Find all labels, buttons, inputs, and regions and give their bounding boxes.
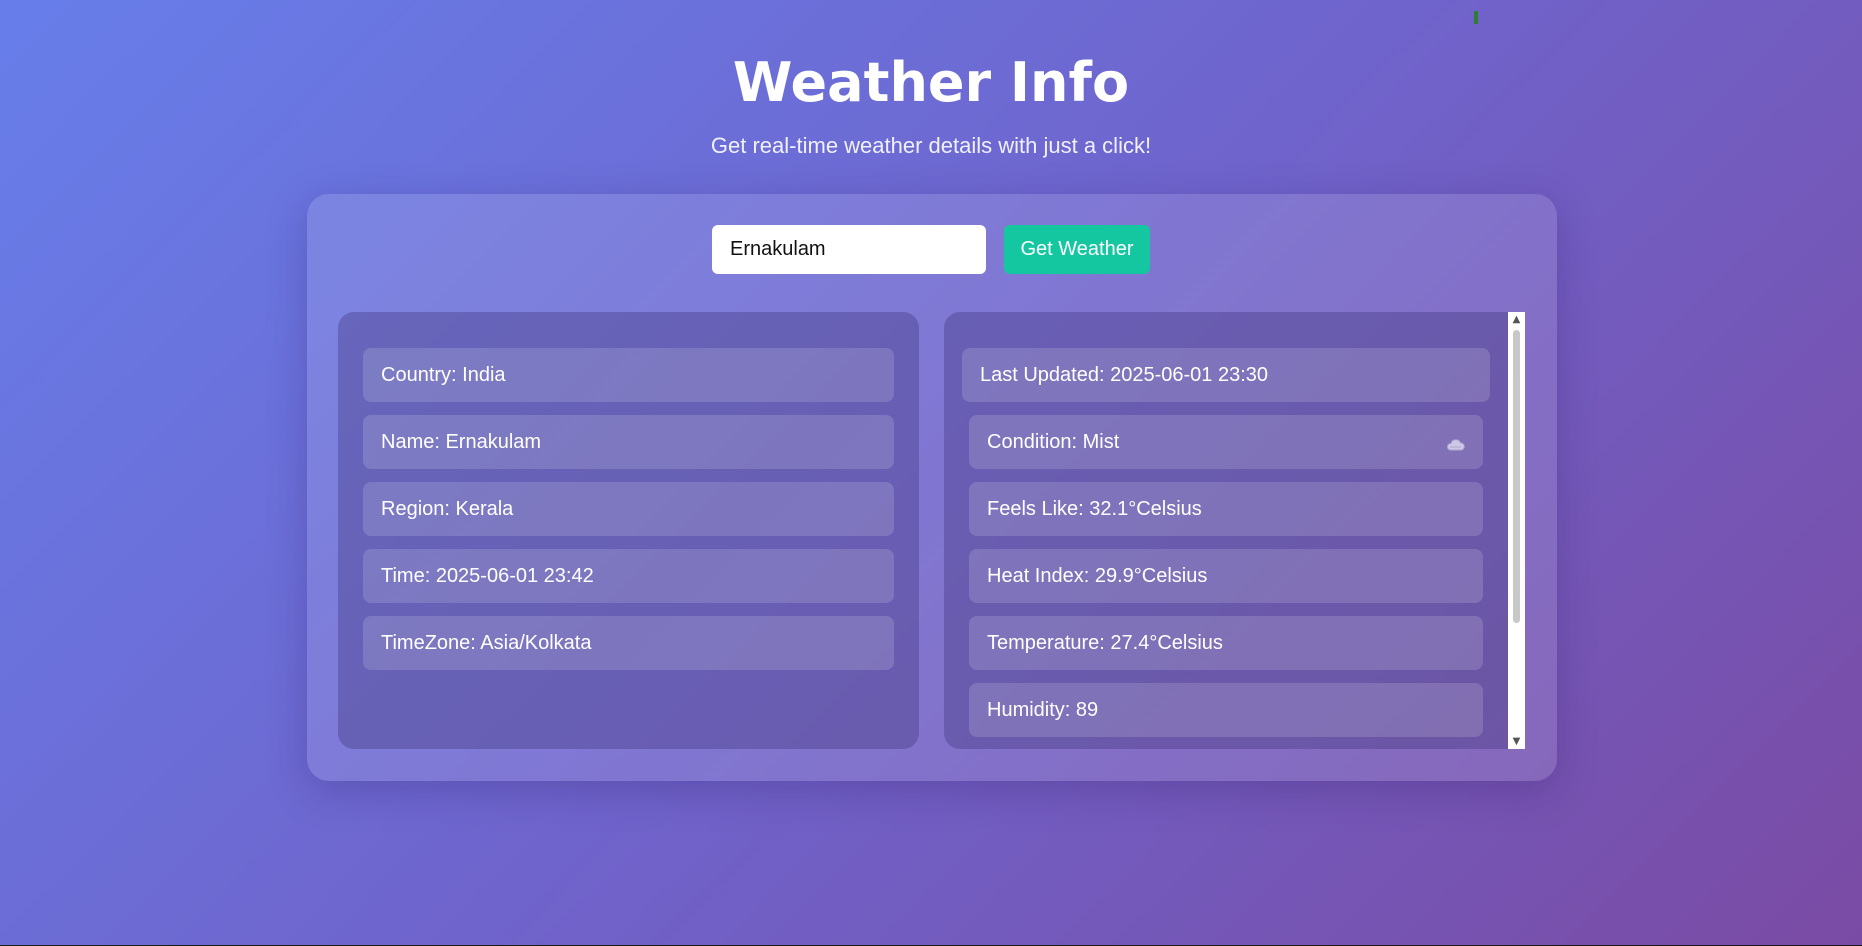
country-item: Country: India [363,348,894,402]
name-item: Name: Ernakulam [363,415,894,469]
condition-label: Condition: Mist [987,430,1120,453]
page-header: Weather Info Get real-time weather detai… [0,48,1862,160]
panel-scrollbar[interactable]: ▲ ▼ [1508,312,1525,749]
search-row: Get Weather [712,225,1150,274]
get-weather-button[interactable]: Get Weather [1004,225,1150,274]
page-title: Weather Info [732,51,1130,114]
heat-index-item: Heat Index: 29.9°Celsius [969,549,1483,603]
last-updated-item: Last Updated: 2025-06-01 23:30 [962,348,1490,402]
timezone-item: TimeZone: Asia/Kolkata [363,616,894,670]
feels-like-item: Feels Like: 32.1°Celsius [969,482,1483,536]
location-panel: Country: India Name: Ernakulam Region: K… [338,312,919,749]
time-item: Time: 2025-06-01 23:42 [363,549,894,603]
status-indicator [1474,11,1478,24]
scroll-down-arrow-icon[interactable]: ▼ [1508,734,1525,749]
condition-item: Condition: Mist [969,415,1483,469]
current-weather-panel: Last Updated: 2025-06-01 23:30 Condition… [944,312,1525,749]
humidity-item: Humidity: 89 [969,683,1483,737]
cloud-icon [1445,435,1465,451]
weather-card: Get Weather Country: India Name: Ernakul… [307,194,1557,781]
page-subtitle: Get real-time weather details with just … [710,133,1152,158]
region-item: Region: Kerala [363,482,894,536]
temperature-item: Temperature: 27.4°Celsius [969,616,1483,670]
scroll-up-arrow-icon[interactable]: ▲ [1508,312,1525,327]
city-search-input[interactable] [712,225,986,274]
scroll-thumb[interactable] [1513,330,1520,623]
